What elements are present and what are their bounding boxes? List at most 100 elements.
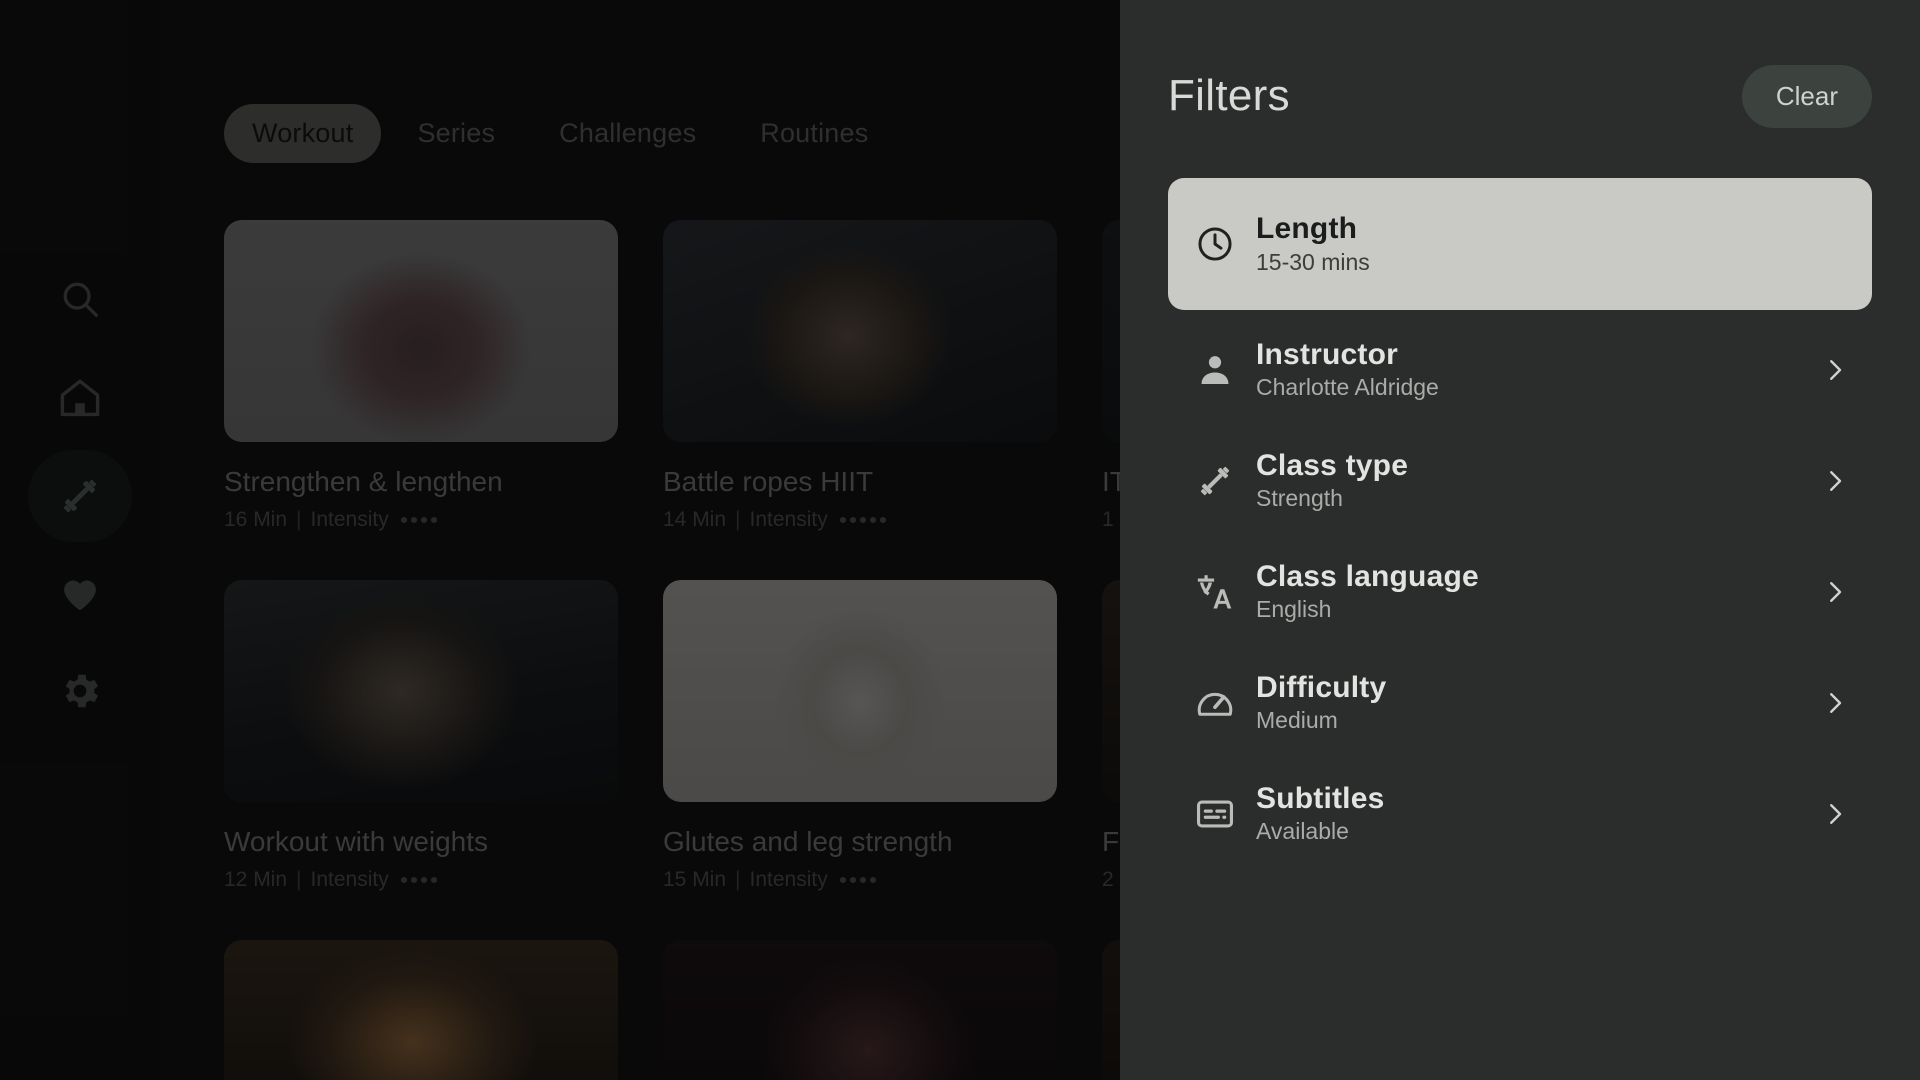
sidebar-item-workouts[interactable] xyxy=(28,450,132,542)
workout-meta: 12 Min | Intensity xyxy=(224,868,618,892)
workout-title: Workout with weights xyxy=(224,826,489,857)
workout-thumbnail[interactable] xyxy=(663,220,1057,442)
filter-value: Strength xyxy=(1256,485,1343,512)
sidebar-item-favorites[interactable] xyxy=(28,547,132,639)
chevron-right-icon xyxy=(1816,355,1850,385)
filter-row-class-language[interactable]: Class language English xyxy=(1168,536,1872,647)
workout-duration: 15 Min xyxy=(663,868,727,891)
sidebar-item-settings[interactable] xyxy=(28,645,132,737)
chevron-right-icon xyxy=(1816,466,1850,496)
home-icon xyxy=(56,374,104,422)
app-root: Workout Series Challenges Routines Stren… xyxy=(0,0,1920,1080)
chevron-right-icon xyxy=(1816,799,1850,829)
workout-duration: 12 Min xyxy=(224,868,288,891)
clock-icon xyxy=(1194,223,1256,265)
filter-list: Length 15-30 mins Instructor Charlotte Aldr… xyxy=(1168,178,1872,869)
filter-label: Difficulty xyxy=(1256,670,1387,704)
dumbbell-icon xyxy=(56,472,104,520)
tab-workout[interactable]: Workout xyxy=(224,104,382,163)
workout-thumbnail[interactable] xyxy=(224,940,618,1080)
workout-card[interactable]: Strengthen & lengthen 16 Min | Intensity xyxy=(224,220,618,532)
workout-duration: 2 xyxy=(1102,868,1114,891)
thumbnail-image xyxy=(663,580,1057,802)
tab-routines[interactable]: Routines xyxy=(732,104,896,163)
filter-row-subtitles[interactable]: Subtitles Available xyxy=(1168,758,1872,869)
sidebar-item-home[interactable] xyxy=(28,352,132,444)
person-icon xyxy=(1194,349,1256,391)
workout-thumbnail[interactable] xyxy=(224,580,618,802)
meta-separator: | xyxy=(735,868,741,891)
workout-card[interactable] xyxy=(663,940,1057,1080)
workout-card[interactable]: Battle ropes HIIT 14 Min | Intensity xyxy=(663,220,1057,532)
chevron-right-icon xyxy=(1816,577,1850,607)
thumbnail-image xyxy=(224,580,618,802)
workout-meta: 14 Min | Intensity xyxy=(663,508,1057,532)
workout-thumbnail[interactable] xyxy=(224,220,618,442)
intensity-label: Intensity xyxy=(310,868,389,891)
filter-label: Instructor xyxy=(1256,337,1399,371)
sidebar-nav xyxy=(0,0,160,1080)
filters-header: Filters Clear xyxy=(1168,0,1872,178)
intensity-dots xyxy=(400,517,437,523)
intensity-dots xyxy=(839,517,886,523)
workout-thumbnail[interactable] xyxy=(663,580,1057,802)
filter-row-length[interactable]: Length 15-30 mins xyxy=(1168,178,1872,310)
workout-meta: 15 Min | Intensity xyxy=(663,868,1057,892)
filter-text: Difficulty Medium xyxy=(1256,670,1816,734)
sidebar-item-search[interactable] xyxy=(28,253,132,345)
filter-label: Class language xyxy=(1256,559,1479,593)
filter-text: Class language English xyxy=(1256,559,1816,623)
filter-label: Length xyxy=(1256,212,1358,246)
workout-title: Strengthen & lengthen xyxy=(224,466,503,497)
filter-label: Class type xyxy=(1256,448,1409,482)
thumbnail-image xyxy=(224,220,618,442)
workout-title: Glutes and leg strength xyxy=(663,826,953,857)
intensity-dots xyxy=(400,877,437,883)
workout-duration: 14 Min xyxy=(663,508,727,531)
filters-panel: Filters Clear Length 15-30 mins Instructor… xyxy=(1120,0,1920,1080)
subtitles-icon xyxy=(1194,793,1256,835)
workout-duration: 16 Min xyxy=(224,508,288,531)
intensity-dots xyxy=(839,877,876,883)
thumbnail-image xyxy=(663,940,1057,1080)
filter-text: Instructor Charlotte Aldridge xyxy=(1256,337,1816,401)
workout-meta: 16 Min | Intensity xyxy=(224,508,618,532)
search-icon xyxy=(57,276,103,322)
intensity-label: Intensity xyxy=(749,868,828,891)
workout-card[interactable] xyxy=(224,940,618,1080)
filter-label: Subtitles xyxy=(1256,781,1385,815)
heart-icon xyxy=(57,570,103,616)
workout-card-grid: Strengthen & lengthen 16 Min | Intensity Bat… xyxy=(224,220,1496,1080)
intensity-label: Intensity xyxy=(310,508,389,531)
thumbnail-image xyxy=(224,940,618,1080)
chevron-right-icon xyxy=(1816,688,1850,718)
filter-text: Subtitles Available xyxy=(1256,781,1816,845)
dumbbell-icon xyxy=(1194,460,1256,502)
filter-text: Class type Strength xyxy=(1256,448,1816,512)
filter-row-instructor[interactable]: Instructor Charlotte Aldridge xyxy=(1168,314,1872,425)
filter-row-class-type[interactable]: Class type Strength xyxy=(1168,425,1872,536)
meta-separator: | xyxy=(296,508,302,531)
translate-icon xyxy=(1194,571,1256,613)
workout-title: Battle ropes HIIT xyxy=(663,466,874,497)
filter-value: Available xyxy=(1256,818,1349,845)
category-tabs: Workout Series Challenges Routines xyxy=(224,104,896,163)
workout-thumbnail[interactable] xyxy=(663,940,1057,1080)
thumbnail-image xyxy=(663,220,1057,442)
workout-card[interactable]: Workout with weights 12 Min | Intensity xyxy=(224,580,618,892)
gear-icon xyxy=(57,668,103,714)
workout-duration: 1 xyxy=(1102,508,1114,531)
tab-challenges[interactable]: Challenges xyxy=(531,104,724,163)
meta-separator: | xyxy=(735,508,741,531)
filter-value: Medium xyxy=(1256,707,1338,734)
workout-card[interactable]: Glutes and leg strength 15 Min | Intensity xyxy=(663,580,1057,892)
filter-value: Charlotte Aldridge xyxy=(1256,374,1439,401)
gauge-icon xyxy=(1194,682,1256,724)
filter-row-difficulty[interactable]: Difficulty Medium xyxy=(1168,647,1872,758)
clear-button[interactable]: Clear xyxy=(1741,64,1872,128)
intensity-label: Intensity xyxy=(749,508,828,531)
page-title: Filters xyxy=(1168,71,1290,120)
filter-value: 15-30 mins xyxy=(1256,248,1370,275)
tab-series[interactable]: Series xyxy=(389,104,523,163)
meta-separator: | xyxy=(296,868,302,891)
